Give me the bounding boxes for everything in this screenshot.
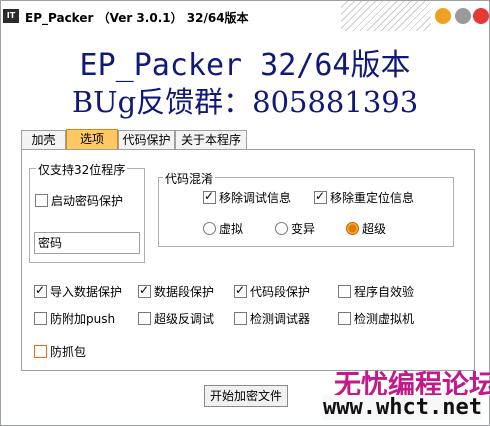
minimize-button[interactable]	[435, 8, 451, 24]
remove-debug-info-checkbox[interactable]: 移除调试信息	[203, 189, 291, 206]
group-code-obfuscation: 代码混淆 移除调试信息 移除重定位信息 虚拟 变异 超级	[158, 170, 454, 247]
anti-capture-checkbox[interactable]: 防抓包	[34, 343, 86, 360]
radio-dot	[203, 222, 216, 235]
enable-password-label: 启动密码保护	[51, 194, 124, 208]
window-title: EP_Packer （Ver 3.0.1） 32/64版本	[25, 11, 249, 25]
title-bar-pattern	[341, 1, 431, 31]
tab-about[interactable]: 关于本程序	[175, 130, 247, 150]
tab-pack[interactable]: 加壳	[21, 130, 66, 150]
maximize-button[interactable]	[455, 8, 471, 24]
checkbox-box	[314, 189, 327, 204]
app-icon: IT	[3, 9, 19, 23]
checkbox-box	[234, 312, 247, 325]
banner-feedback-group: BUg反馈群：805881393	[71, 85, 419, 119]
super-anti-debug-checkbox[interactable]: 超级反调试	[138, 310, 214, 327]
radio-virtual-label: 虚拟	[219, 222, 244, 236]
banner-title: EP_Packer 32/64版本	[79, 48, 411, 83]
self-verify-checkbox[interactable]: 程序自效验	[338, 283, 414, 300]
start-encrypt-button[interactable]: 开始加密文件	[204, 385, 288, 407]
checkbox-box	[34, 283, 47, 298]
remove-debug-info-label: 移除调试信息	[219, 191, 292, 205]
checkbox-box	[203, 189, 216, 204]
close-button[interactable]	[473, 8, 489, 24]
data-section-protection-label: 数据段保护	[154, 285, 215, 299]
detect-debugger-label: 检测调试器	[250, 312, 311, 326]
super-anti-debug-label: 超级反调试	[154, 312, 215, 326]
tab-code-protection[interactable]: 代码保护	[118, 130, 175, 150]
anti-attach-push-checkbox[interactable]: 防附加push	[34, 310, 115, 327]
code-section-protection-checkbox[interactable]: 代码段保护	[234, 283, 310, 300]
radio-mutation[interactable]: 变异	[275, 220, 315, 237]
import-data-protection-label: 导入数据保护	[50, 285, 123, 299]
radio-mutation-label: 变异	[291, 222, 316, 236]
remove-reloc-info-checkbox[interactable]: 移除重定位信息	[314, 189, 414, 206]
data-section-protection-checkbox[interactable]: 数据段保护	[138, 283, 214, 300]
checkbox-box	[35, 194, 48, 207]
checkbox-box	[34, 312, 47, 325]
radio-dot-selected	[346, 222, 359, 235]
tab-options[interactable]: 选项	[66, 129, 118, 150]
checkbox-box	[34, 345, 47, 358]
radio-virtual[interactable]: 虚拟	[203, 220, 243, 237]
import-data-protection-checkbox[interactable]: 导入数据保护	[34, 283, 122, 300]
checkbox-box	[338, 312, 351, 325]
options-panel: 仅支持32位程序 启动密码保护 密码 代码混淆 移除调试信息 移除重定位信息 虚…	[21, 149, 475, 371]
group-obfuscation-title: 代码混淆	[163, 170, 216, 187]
anti-capture-label: 防抓包	[50, 345, 87, 359]
remove-reloc-info-label: 移除重定位信息	[330, 191, 415, 205]
watermark-url: www.whct.net	[323, 395, 482, 420]
radio-super-label: 超级	[362, 222, 387, 236]
password-input[interactable]: 密码	[34, 232, 140, 254]
group-32bit-only: 仅支持32位程序 启动密码保护 密码	[29, 161, 145, 263]
detect-debugger-checkbox[interactable]: 检测调试器	[234, 310, 310, 327]
main-window: IT EP_Packer （Ver 3.0.1） 32/64版本 EP_Pack…	[0, 0, 490, 426]
radio-super[interactable]: 超级	[346, 220, 386, 237]
anti-attach-push-label: 防附加push	[50, 312, 116, 326]
code-section-protection-label: 代码段保护	[250, 285, 311, 299]
checkbox-box	[338, 285, 351, 298]
detect-vm-checkbox[interactable]: 检测虚拟机	[338, 310, 414, 327]
checkbox-box	[234, 283, 247, 298]
radio-dot	[275, 222, 288, 235]
checkbox-box	[138, 283, 151, 298]
group-32bit-title: 仅支持32位程序	[36, 161, 128, 178]
checkbox-box	[138, 312, 151, 325]
enable-password-checkbox[interactable]: 启动密码保护	[35, 192, 123, 209]
self-verify-label: 程序自效验	[354, 285, 415, 299]
title-bar[interactable]: IT EP_Packer （Ver 3.0.1） 32/64版本	[1, 1, 489, 31]
detect-vm-label: 检测虚拟机	[354, 312, 415, 326]
